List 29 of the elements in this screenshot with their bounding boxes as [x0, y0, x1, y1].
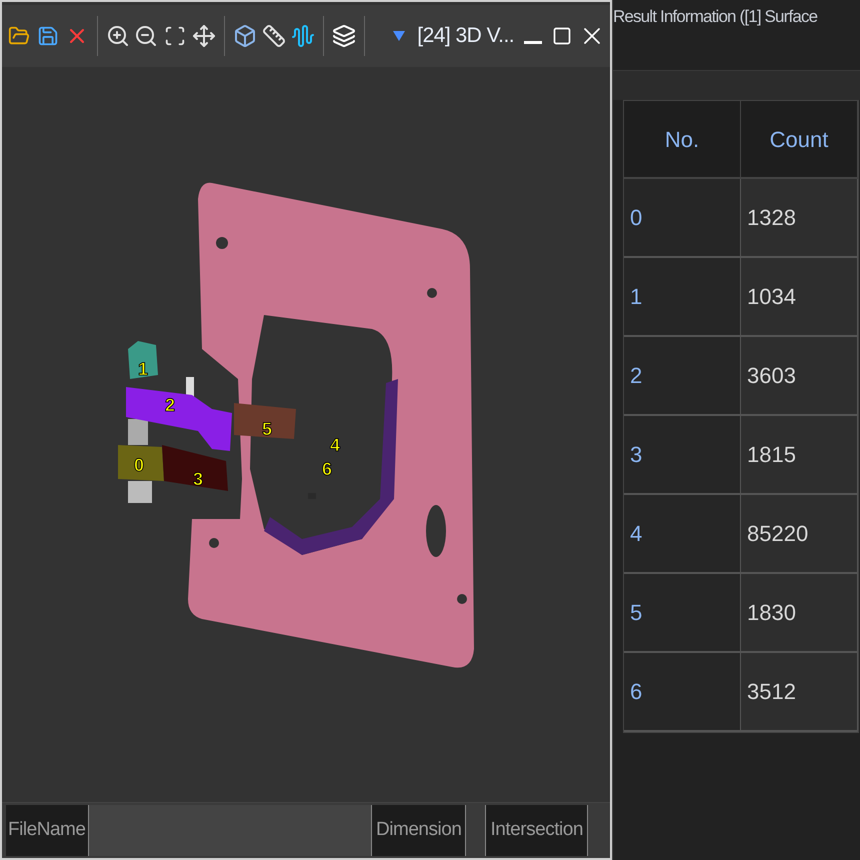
minimize-icon [524, 40, 542, 44]
table-cell: 5 [624, 574, 741, 653]
surface-segment: 5 [234, 403, 296, 439]
table-cell: 6 [624, 653, 741, 732]
table-cell: 4 [624, 495, 741, 574]
surface-segment: 0 [118, 445, 164, 481]
surface-segment: 3 [162, 445, 228, 491]
panel-title: Result Information ([1] Surface [613, 6, 818, 28]
table-cell: 2 [624, 337, 741, 416]
table-cell: 1815 [741, 416, 858, 495]
filename-field[interactable] [88, 805, 372, 856]
table-cell: 1034 [741, 258, 858, 337]
table-cell: 0 [624, 179, 741, 258]
dimension-label: Dimension [372, 805, 466, 856]
table-cell: 1 [624, 258, 741, 337]
surface-segment: 2 [126, 387, 232, 451]
window-title: [24] 3D V... [417, 23, 514, 50]
table-cell: 85220 [741, 495, 858, 574]
intersection-label: Intersection [486, 805, 588, 856]
table-cell: 3603 [741, 337, 858, 416]
table-cell: 1830 [741, 574, 858, 653]
column-header: Count [741, 101, 858, 179]
table-cell: 1328 [741, 179, 858, 258]
table-cell: 3 [624, 416, 741, 495]
surface-segment: 6 [308, 459, 332, 499]
column-header: No. [624, 101, 741, 179]
filename-label: FileName [6, 805, 88, 856]
surface-segment: 1 [128, 341, 158, 379]
table-cell: 3512 [741, 653, 858, 732]
